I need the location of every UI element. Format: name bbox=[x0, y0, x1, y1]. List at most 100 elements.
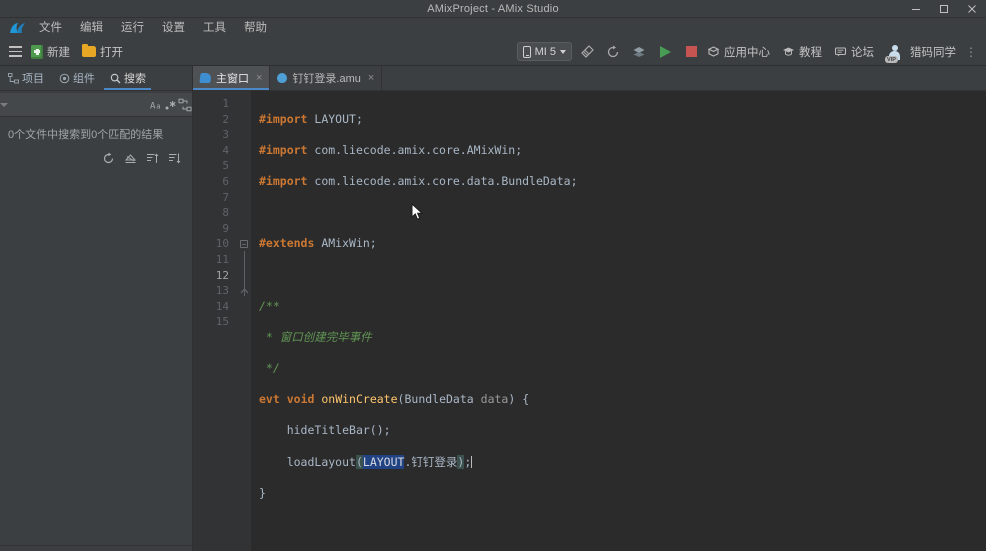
line-number: 15 bbox=[215, 315, 229, 329]
close-icon[interactable]: × bbox=[368, 72, 374, 84]
code-editor[interactable]: 1 2 3 4 5 6 7 8 9 10 11 12 13 14 15 – #i… bbox=[193, 91, 986, 551]
param-name: data bbox=[480, 392, 509, 407]
close-button[interactable] bbox=[958, 0, 986, 18]
search-input[interactable] bbox=[8, 98, 150, 111]
app-center-button[interactable]: 应用中心 bbox=[702, 41, 775, 63]
left-panel-footer bbox=[0, 545, 192, 551]
title-bar: AMixProject - AMix Studio bbox=[0, 0, 986, 18]
menu-edit[interactable]: 编辑 bbox=[71, 19, 112, 38]
rebuild-icon[interactable] bbox=[602, 41, 624, 63]
main-toolbar: 新建 打开 MI 5 应用中心 教程 论坛 VIP 猎码同学 ⋮ bbox=[0, 38, 986, 66]
chevron-down-icon[interactable] bbox=[0, 102, 8, 107]
package-amixwin: com.liecode.amix.core.AMixWin; bbox=[314, 142, 523, 157]
sidebar-tab-components[interactable]: 组件 bbox=[51, 66, 102, 90]
open-button[interactable]: 打开 bbox=[77, 41, 128, 63]
package-bundledata: com.liecode.amix.core.data.BundleData; bbox=[314, 173, 578, 188]
menu-bar: 文件 编辑 运行 设置 工具 帮助 bbox=[0, 18, 986, 38]
new-file-icon bbox=[31, 44, 43, 59]
minimize-button[interactable] bbox=[902, 0, 930, 18]
component-icon bbox=[58, 72, 70, 84]
line-number: 7 bbox=[222, 190, 229, 204]
user-account-button[interactable]: VIP 猎码同学 bbox=[881, 39, 961, 64]
selected-token: LAYOUT bbox=[362, 454, 405, 469]
layers-icon[interactable] bbox=[628, 41, 650, 63]
sidebar-tab-search[interactable]: 搜索 bbox=[102, 66, 153, 90]
call-loadlayout: loadLayout bbox=[286, 454, 356, 469]
tutorial-label: 教程 bbox=[799, 46, 822, 59]
device-selector[interactable]: MI 5 bbox=[516, 42, 572, 61]
phone-icon bbox=[522, 45, 531, 58]
editor-tab-main-window[interactable]: 主窗口 × bbox=[193, 66, 271, 90]
clean-icon[interactable] bbox=[576, 41, 598, 63]
open-button-label: 打开 bbox=[100, 46, 123, 59]
code-text[interactable]: #import LAYOUT; #import com.liecode.amix… bbox=[251, 91, 986, 551]
menu-tools[interactable]: 工具 bbox=[194, 19, 235, 38]
collapse-all-icon[interactable] bbox=[120, 148, 140, 168]
window-title: AMixProject - AMix Studio bbox=[427, 2, 559, 15]
forum-icon bbox=[834, 47, 847, 57]
tutorial-button[interactable]: 教程 bbox=[777, 41, 827, 63]
code-line-5: #extends AMixWin; bbox=[259, 236, 986, 252]
line-number: 13 bbox=[215, 284, 229, 298]
menu-run[interactable]: 运行 bbox=[112, 19, 153, 38]
appcenter-icon bbox=[707, 46, 720, 57]
app-center-label: 应用中心 bbox=[724, 46, 770, 59]
editor-tab-dingtalk-login-label: 钉钉登录.amu bbox=[292, 73, 361, 85]
toolbar-right-group: 应用中心 教程 论坛 VIP 猎码同学 ⋮ bbox=[702, 39, 980, 64]
line-number: 3 bbox=[222, 128, 229, 142]
user-name: 猎码同学 bbox=[910, 46, 956, 59]
svg-text:a: a bbox=[156, 102, 160, 110]
forum-button[interactable]: 论坛 bbox=[829, 41, 879, 63]
expand-up-icon[interactable] bbox=[142, 148, 162, 168]
close-icon[interactable]: × bbox=[256, 72, 262, 84]
window-controls bbox=[902, 0, 986, 18]
import-keyword: #import bbox=[259, 142, 308, 157]
search-settings-icon[interactable] bbox=[178, 95, 192, 115]
amix-logo-icon bbox=[4, 18, 30, 38]
call-hidetitlebar: hideTitleBar bbox=[286, 423, 370, 438]
window-file-icon bbox=[199, 73, 212, 83]
collapse-down-icon[interactable] bbox=[164, 148, 184, 168]
menu-help[interactable]: 帮助 bbox=[235, 19, 276, 38]
svg-text:A: A bbox=[150, 101, 156, 111]
extends-keyword: #extends bbox=[259, 236, 315, 251]
regex-icon[interactable] bbox=[164, 95, 178, 115]
avatar: VIP bbox=[885, 42, 905, 63]
editor-tabs: 主窗口 × 钉钉登录.amu × bbox=[193, 66, 986, 91]
menu-file[interactable]: 文件 bbox=[30, 19, 71, 38]
sidebar-tab-project[interactable]: 项目 bbox=[0, 66, 51, 90]
editor-area: 主窗口 × 钉钉登录.amu × 1 2 3 4 5 6 7 8 9 10 11… bbox=[193, 66, 986, 551]
workspace: 项目 组件 搜索 A a 0个文件中搜索到0个匹配的结果 主窗口 × 钉钉登录.… bbox=[0, 66, 986, 551]
code-line-10: evt void onWinCreate(BundleData data) { bbox=[259, 392, 530, 407]
line-number: 2 bbox=[222, 112, 229, 126]
code-line-3: #import com.liecode.amix.core.data.Bundl… bbox=[259, 174, 986, 190]
fold-toggle-method[interactable]: – bbox=[237, 236, 251, 252]
line-number: 8 bbox=[222, 206, 229, 220]
sidebar-tab-search-label: 搜索 bbox=[124, 73, 146, 85]
vip-badge: VIP bbox=[885, 56, 898, 63]
sidebar-tabs: 项目 组件 搜索 bbox=[0, 66, 192, 91]
param-type: BundleData bbox=[404, 392, 474, 407]
match-case-icon[interactable]: A a bbox=[150, 95, 164, 115]
code-folding-gutter[interactable]: – bbox=[237, 91, 251, 551]
line-number: 14 bbox=[215, 299, 229, 313]
line-number: 9 bbox=[222, 221, 229, 235]
menu-settings[interactable]: 设置 bbox=[153, 19, 194, 38]
new-button[interactable]: 新建 bbox=[26, 41, 75, 63]
import-keyword: #import bbox=[259, 111, 308, 126]
run-icon[interactable] bbox=[654, 41, 676, 63]
comment-open: /** bbox=[259, 298, 280, 313]
overflow-menu-icon[interactable]: ⋮ bbox=[963, 45, 980, 59]
hamburger-icon[interactable] bbox=[6, 44, 24, 60]
comment-close: */ bbox=[259, 361, 280, 376]
editor-tab-dingtalk-login[interactable]: 钉钉登录.amu × bbox=[270, 66, 383, 90]
refresh-icon[interactable] bbox=[98, 148, 118, 168]
maximize-button[interactable] bbox=[930, 0, 958, 18]
void-keyword: void bbox=[286, 392, 315, 407]
code-line-8: * 窗口创建完毕事件 bbox=[259, 330, 986, 346]
search-panel-actions bbox=[0, 142, 192, 168]
evt-keyword: evt bbox=[259, 392, 280, 407]
line-number: 1 bbox=[222, 97, 229, 110]
stop-icon[interactable] bbox=[680, 41, 702, 63]
